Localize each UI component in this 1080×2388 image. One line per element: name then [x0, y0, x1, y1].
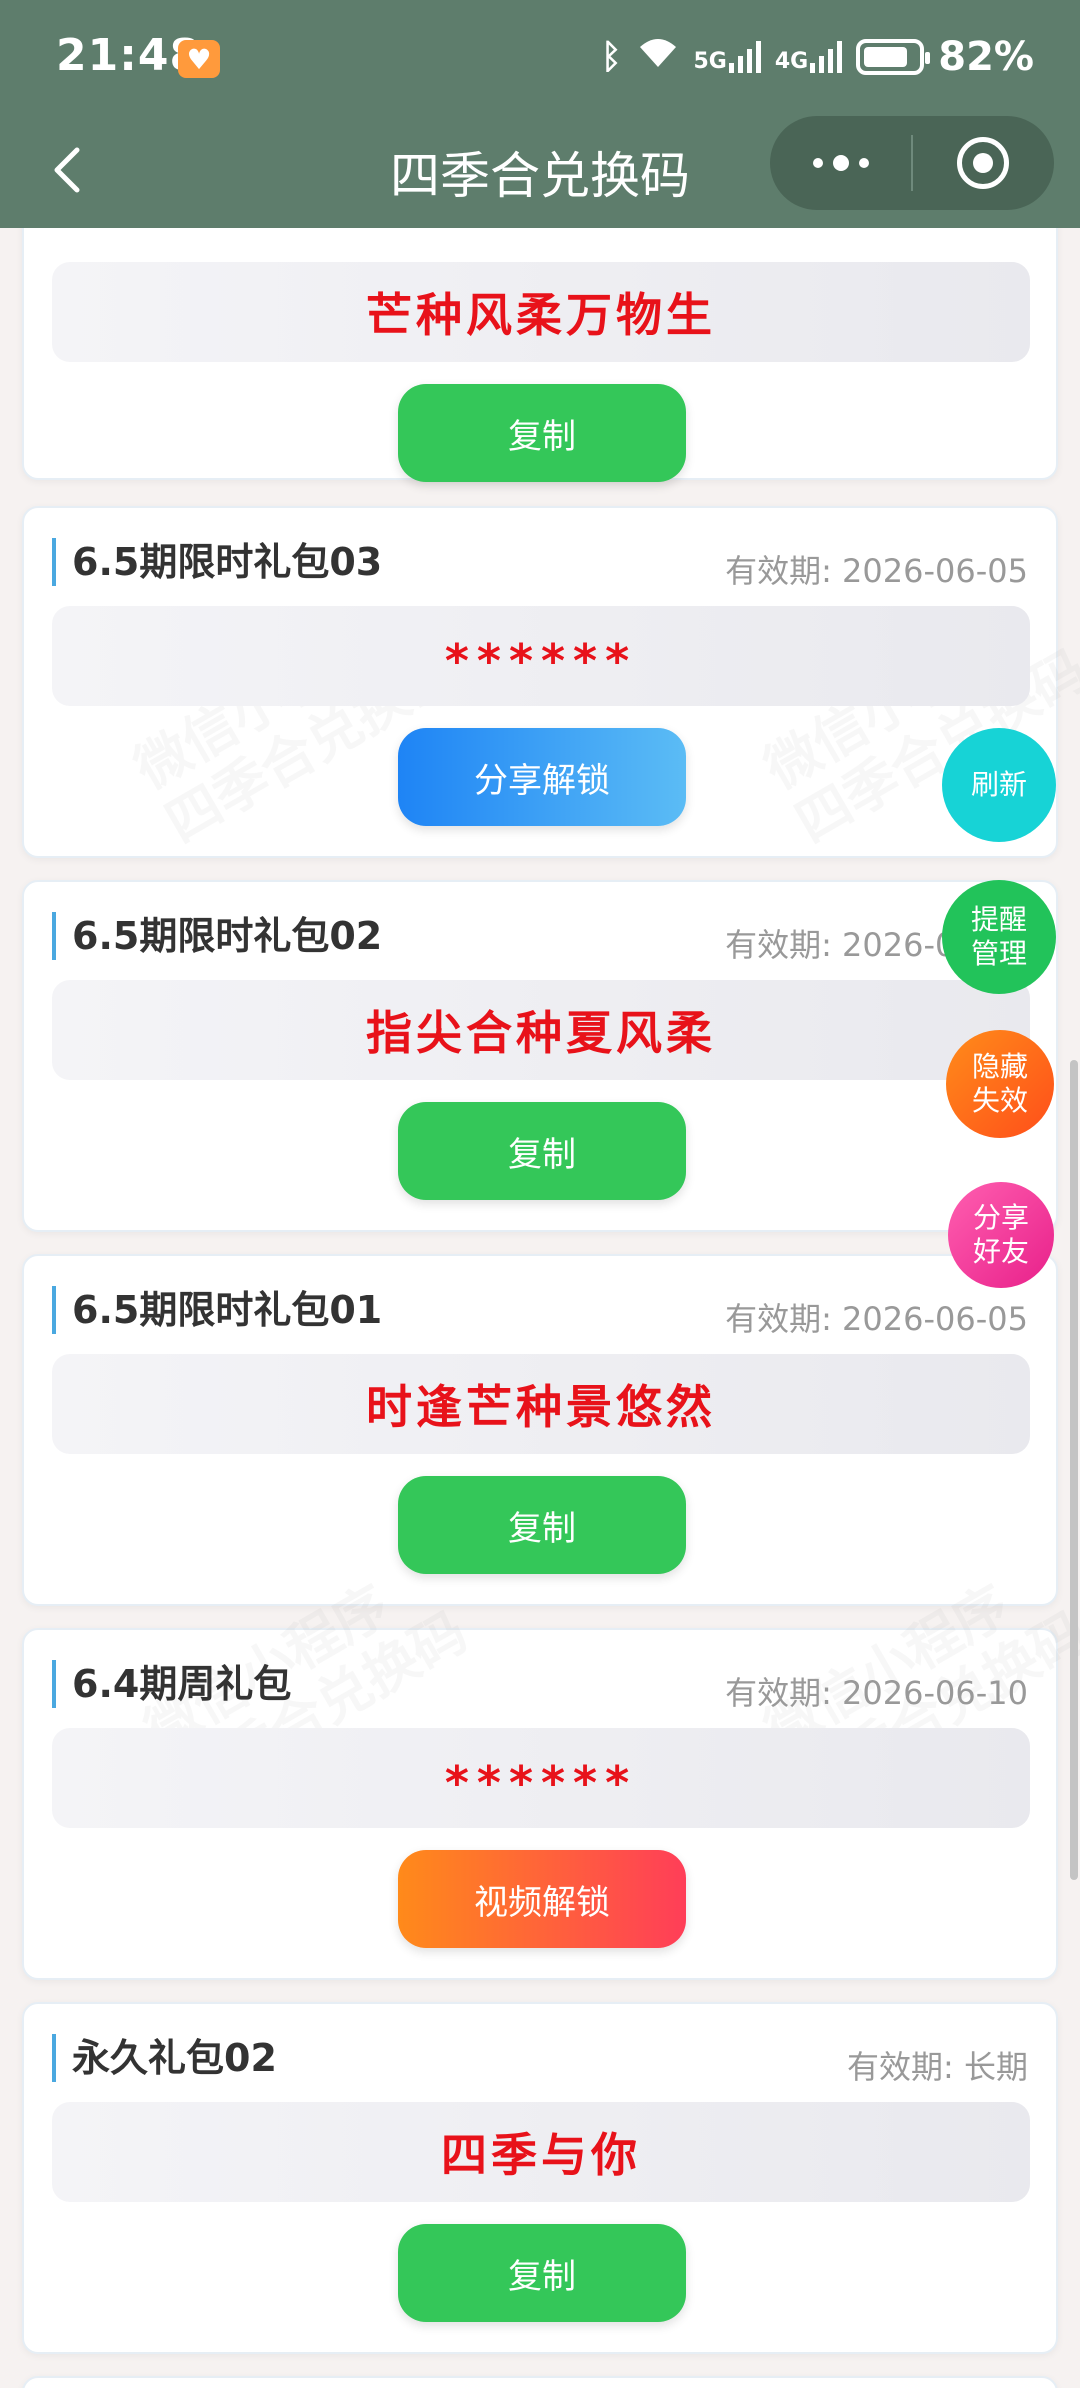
reminder-manage-button[interactable]: 提醒 管理: [942, 880, 1056, 994]
card-title: 6.5期限时礼包03: [52, 538, 382, 586]
code-card: 6.5期限时礼包02 有效期: 2026-06-05 指尖合种夏风柔 复制: [22, 880, 1058, 1232]
battery-level: [864, 47, 907, 67]
card-expiry: 有效期: 2026-06-05: [725, 552, 1028, 590]
top-bar: 21:48 ♥ ᛒ 5G 4G 82% 四季合兑换码: [0, 0, 1080, 228]
scrollbar[interactable]: [1070, 1060, 1078, 1880]
code-list[interactable]: 芒种风柔万物生 复制 微信小程序 四季合兑换码 微信小程序 四季合兑换码 6.5期限…: [0, 228, 1080, 2388]
code-card: 微信小程序 四季合兑换码 微信小程序 四季合兑换码 6.4期周礼包 有效期: 202…: [22, 1573, 1080, 1980]
close-mini-program-button[interactable]: [913, 116, 1054, 210]
copy-button[interactable]: 复制: [398, 2224, 686, 2322]
code-card: 芒种风柔万物生 复制: [22, 228, 1058, 482]
bluetooth-icon: ᛒ: [601, 37, 622, 77]
card-header: 6.5期限时礼包01 有效期: 2026-06-05: [52, 1282, 1028, 1338]
code-text: 四季与你: [52, 2102, 1030, 2202]
card-title: 6.5期限时礼包02: [52, 912, 382, 960]
battery-percent: 82%: [938, 34, 1034, 80]
back-icon[interactable]: [36, 140, 96, 200]
code-text-masked: ******: [52, 606, 1030, 706]
share-unlock-button[interactable]: 分享解锁: [398, 728, 686, 826]
code-card: 6.5期限时礼包01 有效期: 2026-06-05 时逢芒种景悠然 复制: [22, 1254, 1058, 1606]
signal-4g-icon: 4G: [775, 41, 843, 73]
card-title: 6.4期周礼包: [52, 1660, 291, 1708]
card-header: 6.5期限时礼包03 有效期: 2026-06-05: [52, 534, 1028, 590]
copy-button[interactable]: 复制: [398, 1476, 686, 1574]
card-header: 6.5期限时礼包02 有效期: 2026-06-05: [52, 908, 1028, 964]
battery-icon: [856, 39, 931, 75]
hide-expired-button[interactable]: 隐藏 失效: [946, 1030, 1054, 1138]
notification-app-icon: ♥: [178, 40, 220, 78]
code-card: 永久礼包02 有效期: 长期 四季与你 复制: [22, 2002, 1058, 2354]
code-card: 微信小程序 四季合兑换码 微信小程序 四季合兑换码 6.5期限时礼包03 有效期: …: [22, 506, 1080, 858]
nav-bar: 四季合兑换码: [0, 112, 1080, 228]
code-text: 时逢芒种景悠然: [52, 1354, 1030, 1454]
code-text-masked: ******: [52, 1728, 1030, 1828]
card-header: 永久礼包02 有效期: 长期: [52, 2030, 1028, 2086]
card-expiry: 有效期: 长期: [847, 2048, 1028, 2086]
signal-5g-icon: 5G: [694, 41, 761, 73]
refresh-button[interactable]: 刷新: [942, 728, 1056, 842]
copy-button[interactable]: 复制: [398, 384, 686, 482]
wifi-icon: [636, 35, 680, 80]
card-expiry: 有效期: 2026-06-05: [725, 1300, 1028, 1338]
code-text: 芒种风柔万物生: [52, 262, 1030, 362]
share-friends-button[interactable]: 分享 好友: [948, 1182, 1054, 1288]
card-title: 永久礼包02: [52, 2034, 277, 2082]
card-title: 6.5期限时礼包01: [52, 1286, 382, 1334]
code-card-next: [22, 2376, 1058, 2388]
more-button[interactable]: [770, 116, 911, 210]
video-unlock-button[interactable]: 视频解锁: [398, 1850, 686, 1948]
card-expiry: 有效期: 2026-06-10: [725, 1674, 1028, 1712]
status-bar: 21:48 ♥ ᛒ 5G 4G 82%: [0, 0, 1080, 120]
code-text: 指尖合种夏风柔: [52, 980, 1030, 1080]
close-target-icon: [957, 137, 1010, 189]
mini-program-capsule: [770, 116, 1054, 210]
more-dots-icon: [812, 155, 869, 171]
card-header: 6.4期周礼包 有效期: 2026-06-10: [52, 1656, 1028, 1712]
status-icons: ᛒ 5G 4G 82%: [601, 32, 1034, 82]
copy-button[interactable]: 复制: [398, 1102, 686, 1200]
